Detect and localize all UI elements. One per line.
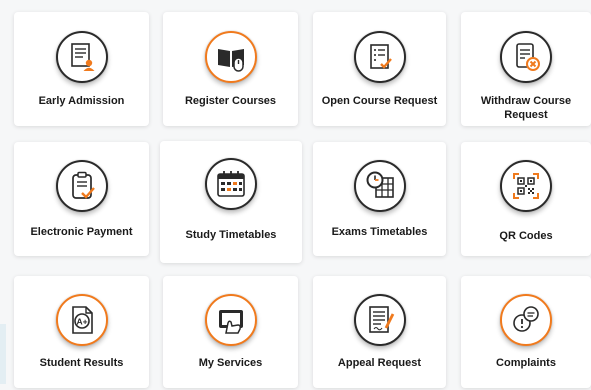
tile-label: Appeal Request [337,357,422,369]
tile-label: Study Timetables [185,229,277,241]
tile-open-course-request[interactable]: Open Course Request [313,12,446,126]
tile-withdraw-course-request[interactable]: Withdraw Course Request [461,12,591,126]
calendar-icon [205,158,257,210]
speech-bubble-icon [500,294,552,346]
tile-register-courses[interactable]: Register Courses [163,12,298,126]
tile-electronic-payment[interactable]: Electronic Payment [14,142,149,256]
document-pen-icon [353,294,406,346]
tile-label: Complaints [496,357,556,369]
tile-label: Electronic Payment [30,226,133,238]
tile-label: Early Admission [38,95,125,107]
tile-my-services[interactable]: My Services [163,276,298,388]
tile-study-timetables[interactable]: Study Timetables [160,141,302,263]
tile-label: My Services [198,357,263,369]
services-grid: Early Admission Register Courses Open Co… [0,0,591,390]
tile-label: Exams Timetables [331,226,428,238]
tile-appeal-request[interactable]: Appeal Request [313,276,446,388]
svg-text:A+: A+ [76,317,87,327]
admission-form-icon [55,31,108,83]
tile-student-results[interactable]: A+ Student Results [14,276,149,388]
tile-exams-timetables[interactable]: Exams Timetables [313,142,446,256]
left-edge-accent [0,324,6,384]
clipboard-check-icon [55,160,108,212]
tile-label: Open Course Request [321,95,438,107]
checklist-icon [353,31,406,83]
tile-qr-codes[interactable]: QR Codes [461,142,591,256]
tile-complaints[interactable]: Complaints [461,276,591,388]
withdraw-document-icon [500,31,552,83]
tile-early-admission[interactable]: Early Admission [14,12,149,126]
grade-a-plus-icon: A+ [55,294,108,346]
qr-code-icon [500,160,552,212]
clock-calendar-icon [353,160,406,212]
tablet-hand-icon [204,294,257,346]
tile-label: Student Results [39,357,124,369]
tile-label: QR Codes [499,230,553,242]
tile-label: Withdraw Course Request [480,95,572,121]
tile-label: Register Courses [184,95,277,107]
book-mouse-icon [204,31,257,83]
